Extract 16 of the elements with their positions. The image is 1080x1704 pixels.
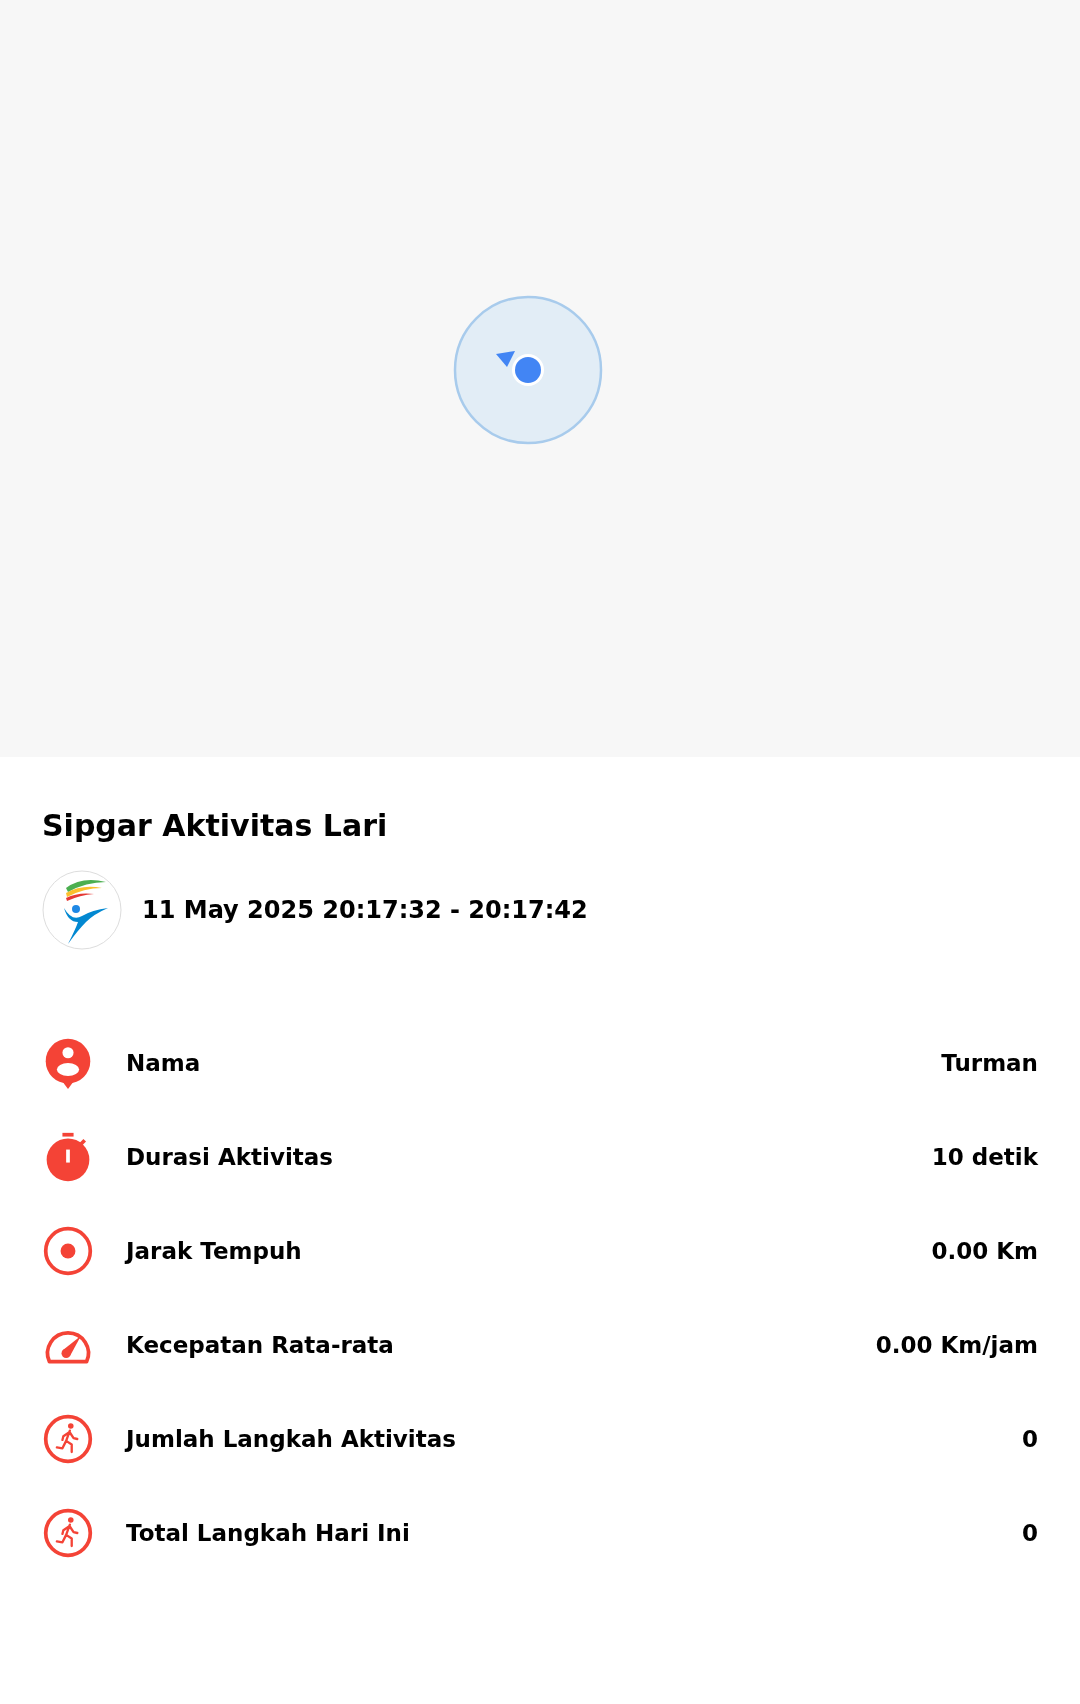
stat-value: 0.00 Km bbox=[931, 1236, 1038, 1266]
map[interactable] bbox=[0, 0, 1080, 757]
activity-datetime: 11 May 2025 20:17:32 - 20:17:42 bbox=[142, 895, 588, 926]
stat-label: Jarak Tempuh bbox=[126, 1236, 302, 1266]
stat-label: Total Langkah Hari Ini bbox=[126, 1518, 410, 1548]
stat-value: Turman bbox=[941, 1048, 1038, 1078]
page-title: Sipgar Aktivitas Lari bbox=[42, 807, 389, 845]
location-marker-icon bbox=[453, 295, 603, 445]
stat-label: Nama bbox=[126, 1048, 201, 1078]
stat-value: 0 bbox=[1022, 1518, 1038, 1548]
stat-label: Durasi Aktivitas bbox=[126, 1142, 333, 1172]
stat-value: 10 detik bbox=[931, 1142, 1038, 1172]
stat-label: Jumlah Langkah Aktivitas bbox=[126, 1424, 456, 1454]
stat-label: Kecepatan Rata-rata bbox=[126, 1330, 394, 1360]
stat-value: 0 bbox=[1022, 1424, 1038, 1454]
stat-value: 0.00 Km/jam bbox=[875, 1330, 1038, 1360]
